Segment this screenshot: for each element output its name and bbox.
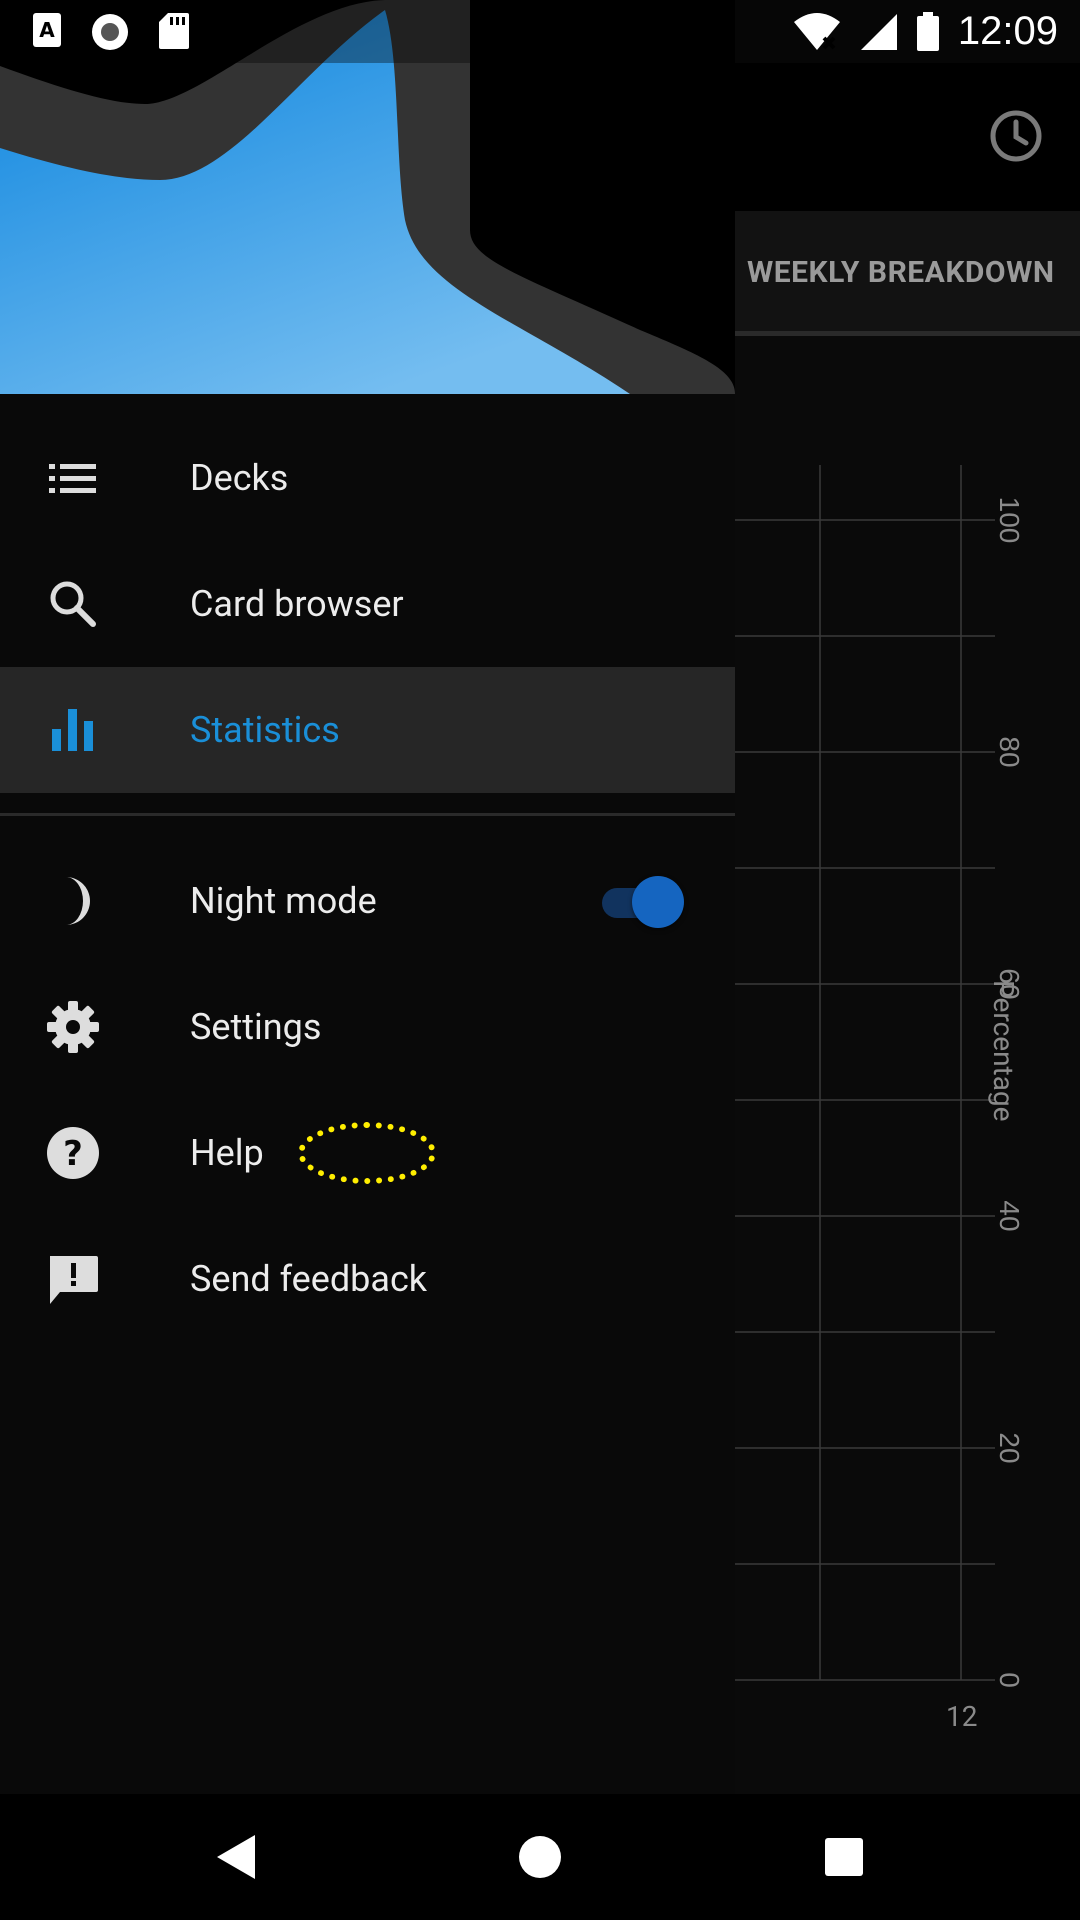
home-icon — [519, 1836, 561, 1878]
signal-icon — [860, 13, 897, 50]
night-mode-toggle[interactable] — [600, 874, 686, 928]
tab-indicator — [734, 331, 1080, 336]
x-tick-label: 12 — [946, 1700, 978, 1733]
recents-button[interactable] — [784, 1794, 904, 1920]
home-button[interactable] — [480, 1794, 600, 1920]
y-axis-title: Percentage — [987, 980, 1020, 1122]
y-tick-label: 20 — [994, 1432, 1025, 1463]
status-bar: A 12:09 — [0, 0, 1080, 63]
moon-icon — [46, 874, 100, 928]
list-icon — [46, 451, 100, 505]
highlight-annotation — [298, 1122, 436, 1184]
feedback-icon — [46, 1252, 100, 1306]
help-icon: ? — [46, 1126, 100, 1180]
wifi-icon — [793, 12, 840, 50]
menu-item-send-feedback[interactable]: Send feedback — [0, 1216, 735, 1342]
clock: 12:09 — [957, 9, 1058, 53]
menu-item-settings[interactable]: Settings — [0, 964, 735, 1090]
menu-item-night-mode[interactable]: Night mode — [0, 838, 735, 964]
menu-divider — [0, 813, 735, 816]
menu-label-night-mode: Night mode — [190, 880, 377, 922]
menu-label-card-browser: Card browser — [190, 583, 404, 625]
y-tick-label: 40 — [994, 1200, 1025, 1231]
y-tick-label: 100 — [994, 497, 1025, 544]
svg-text:A: A — [39, 18, 55, 42]
menu-item-statistics[interactable]: Statistics — [0, 667, 735, 793]
tab-weekly-breakdown[interactable]: WEEKLY BREAKDOWN — [747, 255, 1055, 290]
search-icon — [46, 577, 100, 631]
menu-label-decks: Decks — [190, 457, 289, 499]
menu-label-help: Help — [190, 1132, 264, 1174]
menu-label-settings: Settings — [190, 1006, 322, 1048]
system-nav-bar — [0, 1794, 1080, 1920]
menu-item-decks[interactable]: Decks — [0, 415, 735, 541]
menu-label-send-feedback: Send feedback — [190, 1258, 428, 1300]
sd-card-icon — [159, 13, 189, 49]
y-tick-label: 80 — [994, 736, 1025, 767]
back-icon — [217, 1835, 255, 1879]
battery-icon — [916, 11, 939, 51]
toggle-thumb — [632, 876, 684, 928]
menu-item-card-browser[interactable]: Card browser — [0, 541, 735, 667]
y-tick-label: 0 — [994, 1672, 1025, 1688]
menu-label-statistics: Statistics — [190, 709, 340, 751]
recents-icon — [825, 1838, 863, 1876]
navigation-drawer: Decks Card browser Statistics Night mode… — [0, 0, 735, 1794]
svg-text:?: ? — [63, 1134, 83, 1174]
record-icon — [92, 14, 128, 50]
gear-icon — [46, 1000, 100, 1054]
back-button[interactable] — [176, 1794, 296, 1920]
bar-chart-icon — [46, 703, 100, 757]
history-icon[interactable] — [988, 108, 1044, 164]
font-icon: A — [33, 13, 61, 47]
